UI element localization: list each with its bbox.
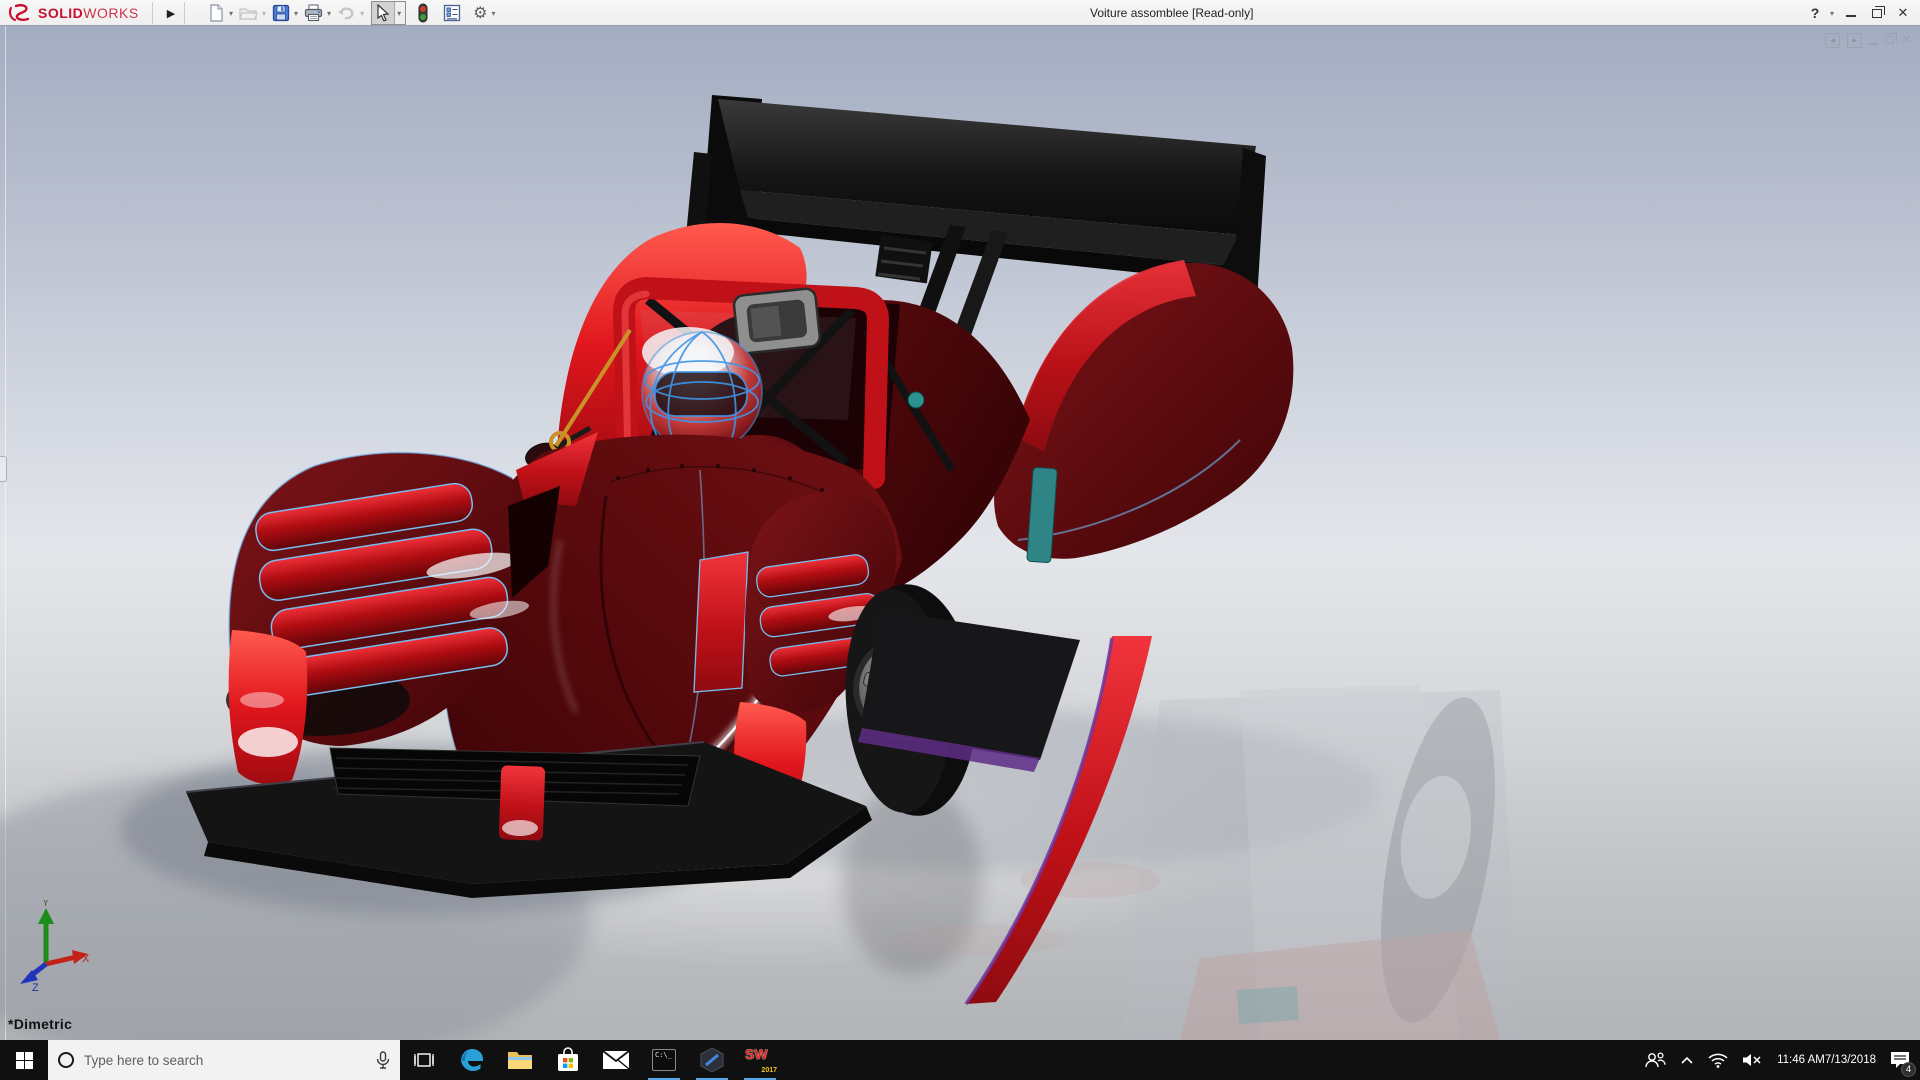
task-view-button[interactable]	[400, 1040, 448, 1080]
start-button[interactable]	[0, 1040, 48, 1080]
search-input[interactable]	[84, 1053, 366, 1068]
document-title: Voiture assomblee [Read-only]	[1090, 6, 1253, 20]
help-caret-icon[interactable]: ▾	[1830, 9, 1834, 18]
reference-triad: Y X Z	[12, 900, 92, 992]
settings-caret-icon[interactable]: ▾	[491, 9, 495, 18]
close-button[interactable]: ✕	[1890, 2, 1916, 24]
restore-button[interactable]	[1864, 2, 1890, 24]
menu-flyout-arrow[interactable]: ▶	[160, 2, 182, 24]
wifi-icon[interactable]	[1701, 1040, 1735, 1080]
notification-badge: 4	[1901, 1062, 1916, 1077]
new-caret-icon[interactable]: ▾	[229, 9, 233, 18]
standard-toolbar: ▾ ▾ ▾ ▾ ▾ ▾	[205, 0, 499, 26]
hexagon-app-icon[interactable]	[688, 1040, 736, 1080]
save-caret-icon[interactable]: ▾	[294, 9, 298, 18]
minimize-button[interactable]	[1838, 2, 1864, 24]
teal-detail	[908, 392, 924, 408]
triad-y-label: Y	[42, 900, 50, 909]
save-button[interactable]	[270, 1, 292, 25]
titlebar: SOLIDWORKS ▶ ▾ ▾ ▾ ▾ ▾	[0, 0, 1920, 26]
window-controls: ? ▾ ✕	[1802, 0, 1916, 26]
select-arrow-icon	[372, 1, 394, 25]
rebuild-stoplight-icon[interactable]	[415, 1, 431, 25]
undo-caret-icon[interactable]: ▾	[360, 9, 364, 18]
microphone-icon[interactable]	[376, 1051, 390, 1069]
select-caret-icon[interactable]: ▾	[397, 9, 401, 18]
clock-date: 7/13/2018	[1825, 1053, 1876, 1067]
windows-taskbar: C:\_ SW 2017 11:46 AM	[0, 1040, 1920, 1080]
clock-time: 11:46 AM	[1777, 1053, 1825, 1067]
brand-solid: SOLID	[38, 5, 83, 21]
view-orientation-label: *Dimetric	[8, 1016, 72, 1032]
taskbar-clock[interactable]: 11:46 AM 7/13/2018	[1769, 1040, 1884, 1080]
solidworks-logo: SOLIDWORKS	[8, 3, 139, 23]
toolbar-separator	[184, 2, 185, 24]
task-list-button[interactable]	[441, 1, 463, 25]
air-intake	[733, 288, 821, 354]
people-icon[interactable]	[1637, 1040, 1673, 1080]
command-prompt-icon[interactable]: C:\_	[640, 1040, 688, 1080]
triad-x-label: X	[82, 953, 90, 965]
solidworks-taskbar-icon[interactable]: SW 2017	[736, 1040, 784, 1080]
store-icon[interactable]	[544, 1040, 592, 1080]
help-button[interactable]: ?	[1802, 2, 1828, 24]
edge-icon[interactable]	[448, 1040, 496, 1080]
action-center-button[interactable]: 4	[1884, 1040, 1920, 1080]
windows-logo-icon	[16, 1052, 33, 1069]
chevron-up-icon[interactable]	[1673, 1040, 1701, 1080]
print-caret-icon[interactable]: ▾	[327, 9, 331, 18]
ds-logo-icon	[8, 4, 34, 22]
open-caret-icon[interactable]: ▾	[262, 9, 266, 18]
volume-muted-icon[interactable]	[1735, 1040, 1769, 1080]
print-button[interactable]	[302, 1, 325, 25]
system-tray: 11:46 AM 7/13/2018 4	[1637, 1040, 1920, 1080]
taskbar-search[interactable]	[48, 1040, 400, 1080]
new-document-button[interactable]	[205, 1, 227, 25]
sidepod-inlet-panel	[694, 552, 748, 692]
mail-icon[interactable]	[592, 1040, 640, 1080]
undo-button[interactable]	[335, 1, 358, 25]
settings-gear-icon[interactable]: ⚙	[471, 1, 489, 25]
open-button[interactable]	[237, 1, 260, 25]
select-tool-button[interactable]: ▾	[371, 1, 406, 25]
car-model-render[interactable]	[0, 26, 1920, 1040]
cortana-icon	[58, 1052, 74, 1068]
triad-z-label: Z	[32, 982, 39, 992]
toolbar-separator	[152, 2, 153, 24]
file-explorer-icon[interactable]	[496, 1040, 544, 1080]
graphics-viewport[interactable]: ◂ ▸ ✕	[0, 26, 1920, 1040]
solidworks-window: SOLIDWORKS ▶ ▾ ▾ ▾ ▾ ▾	[0, 0, 1920, 1080]
brand-works: WORKS	[83, 5, 138, 21]
